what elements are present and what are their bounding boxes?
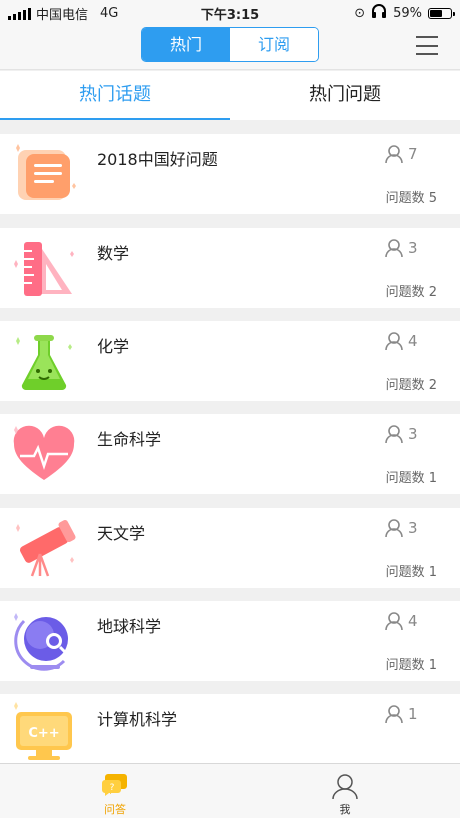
topic-row[interactable]: C++ 计算机科学 1 bbox=[0, 694, 460, 764]
cpp-icon-text: C++ bbox=[28, 726, 59, 741]
top-nav: 热门 订阅 bbox=[0, 24, 460, 70]
status-bar: 中国电信 4G 下午3:15 ⊙ 59% bbox=[0, 0, 460, 24]
tab-hot-topics[interactable]: 热门话题 bbox=[0, 71, 230, 120]
member-count-value: 7 bbox=[408, 145, 418, 163]
topic-title: 化学 bbox=[97, 337, 130, 356]
segment-subscribe[interactable]: 订阅 bbox=[230, 28, 318, 61]
question-count: 问题数 2 bbox=[385, 285, 437, 300]
member-count-value: 3 bbox=[408, 425, 418, 443]
battery-icon bbox=[428, 7, 455, 19]
orientation-lock-icon: ⊙ bbox=[354, 5, 366, 21]
cpp-screen-icon: C++ bbox=[14, 702, 72, 760]
tab-me[interactable]: 我 bbox=[230, 764, 460, 818]
member-count-value: 4 bbox=[408, 612, 418, 630]
topic-title: 天文学 bbox=[97, 524, 146, 543]
document-icon bbox=[16, 144, 76, 200]
bottom-tab-bar: ? 问答 我 bbox=[0, 763, 460, 818]
ruler-triangle-icon bbox=[14, 242, 74, 296]
topic-title: 计算机科学 bbox=[97, 710, 178, 729]
tab-hot-questions[interactable]: 热门问题 bbox=[230, 71, 460, 120]
topic-row[interactable]: 2018中国好问题 7 问题数 5 bbox=[0, 134, 460, 214]
topic-row[interactable]: 化学 4 问题数 2 bbox=[0, 321, 460, 401]
question-count: 问题数 2 bbox=[385, 378, 437, 393]
topic-title: 数学 bbox=[97, 244, 130, 263]
member-count: 3 bbox=[384, 424, 418, 444]
member-count: 1 bbox=[384, 704, 418, 724]
person-icon bbox=[385, 145, 403, 164]
topic-row[interactable]: 数学 3 问题数 2 bbox=[0, 228, 460, 308]
tab-qa[interactable]: ? 问答 bbox=[0, 764, 230, 818]
member-count: 4 bbox=[384, 331, 418, 351]
qa-bubble-icon: ? bbox=[102, 774, 127, 796]
topic-title: 生命科学 bbox=[97, 430, 162, 449]
member-count-value: 1 bbox=[408, 705, 418, 723]
question-count: 问题数 5 bbox=[385, 191, 437, 206]
person-icon bbox=[385, 332, 403, 351]
topic-title: 地球科学 bbox=[97, 617, 162, 636]
member-count: 7 bbox=[384, 144, 418, 164]
profile-icon bbox=[332, 774, 358, 800]
tab-qa-label: 问答 bbox=[104, 803, 126, 816]
tab-me-label: 我 bbox=[339, 803, 351, 816]
headphones-icon bbox=[371, 4, 387, 22]
hamburger-menu-icon[interactable] bbox=[416, 36, 438, 55]
member-count: 3 bbox=[384, 238, 418, 258]
person-icon bbox=[385, 705, 403, 724]
globe-icon bbox=[14, 613, 68, 671]
question-count: 问题数 1 bbox=[385, 658, 437, 673]
topic-row[interactable]: 地球科学 4 问题数 1 bbox=[0, 601, 460, 681]
heart-pulse-icon bbox=[13, 425, 75, 480]
member-count-value: 4 bbox=[408, 332, 418, 350]
person-icon bbox=[385, 239, 403, 258]
flask-icon bbox=[16, 335, 72, 391]
member-count-value: 3 bbox=[408, 239, 418, 257]
segment-hot[interactable]: 热门 bbox=[142, 28, 230, 61]
member-count: 3 bbox=[384, 518, 418, 538]
svg-text:?: ? bbox=[110, 783, 115, 793]
person-icon bbox=[385, 425, 403, 444]
segment-control: 热门 订阅 bbox=[141, 27, 319, 62]
topic-row[interactable]: 生命科学 3 问题数 1 bbox=[0, 414, 460, 494]
member-count-value: 3 bbox=[408, 519, 418, 537]
person-icon bbox=[385, 612, 403, 631]
sub-tabs: 热门话题 热门问题 bbox=[0, 71, 460, 120]
question-count: 问题数 1 bbox=[385, 565, 437, 580]
person-icon bbox=[385, 519, 403, 538]
topic-title: 2018中国好问题 bbox=[97, 150, 218, 169]
telescope-icon bbox=[16, 519, 76, 577]
topic-row[interactable]: 天文学 3 问题数 1 bbox=[0, 508, 460, 588]
question-count: 问题数 1 bbox=[385, 471, 437, 486]
member-count: 4 bbox=[384, 611, 418, 631]
battery-percent: 59% bbox=[393, 5, 422, 21]
